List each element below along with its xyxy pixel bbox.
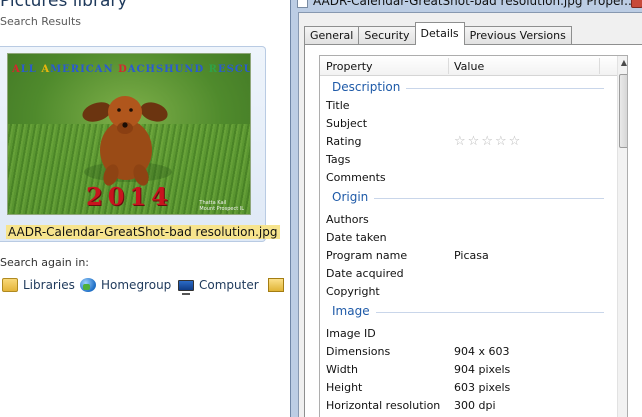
dialog-body: General Security Details Previous Versio… bbox=[298, 12, 642, 417]
property-row-copyright[interactable]: Copyright bbox=[320, 283, 616, 301]
group-origin: Origin bbox=[320, 187, 616, 207]
dialog-title: AADR-Calendar-GreatShot-bad resolution.j… bbox=[313, 0, 636, 8]
calendar-title-text: ALL AMERICAN DACHSHUND RESCUE bbox=[12, 64, 250, 75]
title-letter: MERICAN bbox=[50, 64, 119, 75]
property-key: Width bbox=[326, 363, 358, 376]
property-key: Rating bbox=[326, 135, 362, 148]
location-label: Homegroup bbox=[101, 278, 172, 292]
search-again-label: Search again in: bbox=[0, 256, 90, 269]
location-label: Computer bbox=[199, 278, 259, 292]
property-key: Dimensions bbox=[326, 345, 391, 358]
property-row-dimensions[interactable]: Dimensions 904 x 603 bbox=[320, 343, 616, 361]
property-row-image-id[interactable]: Image ID bbox=[320, 325, 616, 343]
star-icon[interactable]: ☆ bbox=[468, 135, 480, 148]
tab-previous-versions[interactable]: Previous Versions bbox=[463, 26, 572, 45]
tab-details[interactable]: Details bbox=[414, 22, 465, 45]
library-title: Pictures library bbox=[0, 0, 128, 11]
property-key: Program name bbox=[326, 249, 408, 262]
dialog-title-bar[interactable]: AADR-Calendar-GreatShot-bad resolution.j… bbox=[297, 0, 636, 8]
star-icon[interactable]: ☆ bbox=[509, 135, 521, 148]
property-row-rating[interactable]: Rating ☆ ☆ ☆ ☆ ☆ bbox=[320, 133, 616, 151]
property-key: Image ID bbox=[326, 327, 376, 340]
property-key: Height bbox=[326, 381, 363, 394]
property-row-comments[interactable]: Comments bbox=[320, 169, 616, 187]
property-key: Authors bbox=[326, 213, 369, 226]
group-heading: Description bbox=[332, 80, 407, 94]
property-key: Subject bbox=[326, 117, 368, 130]
property-value: 904 pixels bbox=[454, 363, 511, 376]
scroll-up-icon[interactable]: ▲ bbox=[618, 56, 627, 70]
search-results-label: Search Results bbox=[0, 15, 82, 28]
column-divider[interactable] bbox=[599, 58, 600, 74]
property-key: Title bbox=[326, 99, 350, 112]
search-location-computer[interactable]: Computer bbox=[178, 276, 259, 295]
title-letter: ACHSHUND bbox=[127, 64, 209, 75]
rating-stars[interactable]: ☆ ☆ ☆ ☆ ☆ bbox=[454, 135, 520, 148]
star-icon[interactable]: ☆ bbox=[454, 135, 466, 148]
property-list-scrollbar[interactable]: ▲ bbox=[617, 56, 627, 417]
tab-general[interactable]: General bbox=[304, 26, 360, 45]
computer-icon bbox=[178, 279, 194, 295]
property-key: Comments bbox=[326, 171, 386, 184]
column-header-property[interactable]: Property bbox=[326, 60, 373, 73]
file-name-label[interactable]: AADR-Calendar-GreatShot-bad resolution.j… bbox=[6, 225, 280, 239]
title-letter: D bbox=[118, 64, 128, 75]
explorer-pane: Pictures library Search Results ALL AMER… bbox=[0, 0, 290, 417]
star-icon[interactable]: ☆ bbox=[495, 135, 507, 148]
photo-credit-line: Mount Prospect IL bbox=[199, 206, 244, 212]
property-key: Tags bbox=[326, 153, 351, 166]
column-header-value[interactable]: Value bbox=[454, 60, 484, 73]
column-divider[interactable] bbox=[448, 58, 449, 74]
location-label: Libraries bbox=[23, 278, 75, 292]
folder-icon bbox=[268, 278, 284, 292]
title-letter: R bbox=[208, 64, 218, 75]
property-key: Horizontal resolution bbox=[326, 399, 441, 412]
property-row-tags[interactable]: Tags bbox=[320, 151, 616, 169]
photo-credit: Thatta Kail Mount Prospect IL bbox=[199, 200, 244, 212]
calendar-year: 2014 bbox=[86, 182, 173, 211]
title-letter: A bbox=[41, 64, 51, 75]
property-row-title[interactable]: Title bbox=[320, 97, 616, 115]
search-location-libraries[interactable]: Libraries bbox=[2, 276, 75, 294]
property-row-height[interactable]: Height 603 pixels bbox=[320, 379, 616, 397]
property-row-subject[interactable]: Subject bbox=[320, 115, 616, 133]
property-row-program-name[interactable]: Program name Picasa bbox=[320, 247, 616, 265]
property-row-date-taken[interactable]: Date taken bbox=[320, 229, 616, 247]
property-key: Date acquired bbox=[326, 267, 404, 280]
property-value: 300 dpi bbox=[454, 399, 496, 412]
properties-dialog: AADR-Calendar-GreatShot-bad resolution.j… bbox=[290, 0, 642, 417]
title-letter: A bbox=[12, 64, 21, 75]
homegroup-icon bbox=[80, 278, 96, 292]
group-heading: Origin bbox=[332, 190, 375, 204]
search-location-custom[interactable] bbox=[268, 276, 289, 294]
property-row-authors[interactable]: Authors bbox=[320, 211, 616, 229]
property-row-width[interactable]: Width 904 pixels bbox=[320, 361, 616, 379]
libraries-icon bbox=[2, 278, 18, 292]
group-image: Image bbox=[320, 301, 616, 321]
property-value: 603 pixels bbox=[454, 381, 511, 394]
property-list-header: Property Value bbox=[320, 56, 627, 76]
search-location-homegroup[interactable]: Homegroup bbox=[80, 276, 171, 294]
group-description: Description bbox=[320, 77, 616, 97]
details-panel: Property Value Description Title Subject bbox=[304, 44, 642, 417]
file-thumbnail[interactable]: ALL AMERICAN DACHSHUND RESCUE 2014 Thatt… bbox=[7, 53, 251, 215]
property-key: Date taken bbox=[326, 231, 387, 244]
group-heading: Image bbox=[332, 304, 376, 318]
title-letter: LL bbox=[20, 64, 42, 75]
property-row-date-acquired[interactable]: Date acquired bbox=[320, 265, 616, 283]
close-icon[interactable] bbox=[631, 0, 642, 8]
property-value: Picasa bbox=[454, 249, 489, 262]
property-list[interactable]: Property Value Description Title Subject bbox=[319, 55, 628, 417]
file-icon bbox=[297, 0, 308, 8]
property-key: Copyright bbox=[326, 285, 380, 298]
tab-security[interactable]: Security bbox=[358, 26, 416, 45]
title-letter: ESCUE bbox=[217, 64, 250, 75]
star-icon[interactable]: ☆ bbox=[481, 135, 493, 148]
property-value: 904 x 603 bbox=[454, 345, 510, 358]
property-row-horizontal-resolution[interactable]: Horizontal resolution 300 dpi bbox=[320, 397, 616, 415]
tab-strip: General Security Details Previous Versio… bbox=[304, 22, 572, 45]
scrollbar-thumb[interactable] bbox=[619, 74, 627, 148]
